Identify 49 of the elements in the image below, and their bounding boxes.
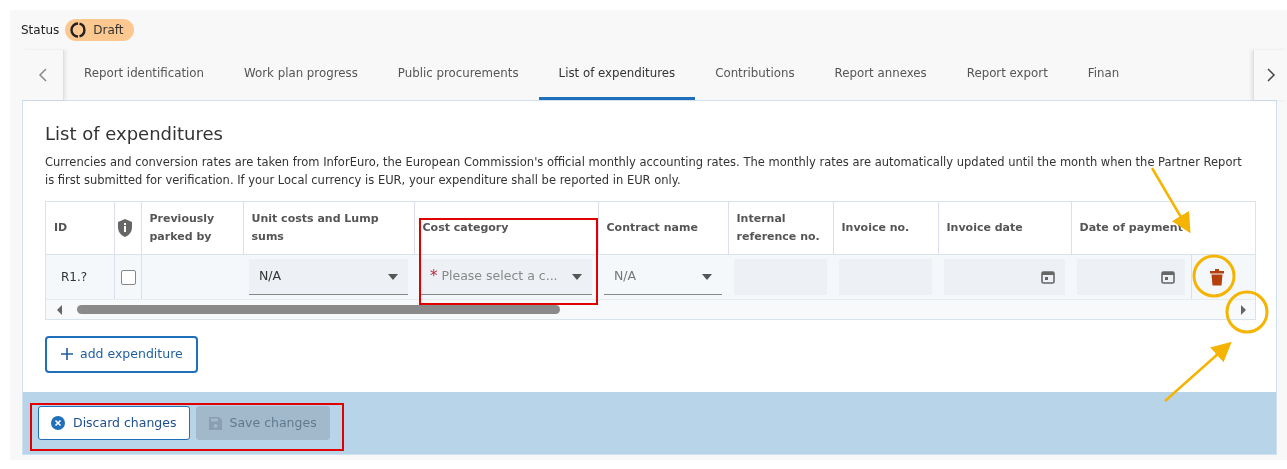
chevron-left-icon[interactable] — [37, 67, 48, 83]
annotation-arrow — [1164, 341, 1232, 402]
close-icon — [51, 416, 65, 430]
add-expenditure-button[interactable]: add expenditure — [45, 336, 198, 373]
column-header: Date of payment — [1079, 220, 1183, 234]
tab[interactable]: Report export — [946, 50, 1068, 100]
section-description: Currencies and conversion rates are taken from InforEuro, the European Commission's official monthly accounting rates. The monthly rates are automatically updated until the month when the Partner Report is first submitted for verification. If your Local currency is EUR, your expenditure shall be reported in EUR only. — [45, 153, 1243, 189]
tab[interactable]: Finan — [1067, 50, 1140, 100]
dropdown-caret-icon — [702, 273, 712, 280]
trash-icon[interactable] — [1209, 269, 1224, 287]
date-field[interactable] — [1077, 259, 1185, 296]
tab[interactable]: Report annexes — [814, 50, 947, 100]
tab[interactable]: Contributions — [695, 50, 815, 100]
plus-icon — [60, 347, 74, 362]
required-mark: * — [430, 266, 438, 288]
scroll-right-icon[interactable] — [1239, 304, 1247, 315]
discard-button[interactable]: Discard changes — [38, 405, 190, 441]
column-header: Cost category — [422, 220, 509, 234]
section-title: List of expenditures — [45, 123, 224, 145]
scroll-left-icon[interactable] — [56, 304, 64, 315]
horizontal-scrollbar[interactable] — [46, 299, 1255, 320]
row-id: R1.? — [61, 270, 88, 285]
shield-info-icon — [116, 218, 133, 237]
calendar-icon[interactable] — [1041, 269, 1055, 284]
column-header: Contract name — [606, 220, 698, 234]
tab[interactable]: Work plan progress — [224, 50, 378, 100]
progress-ring-icon — [69, 21, 88, 39]
highlight-circle — [1192, 254, 1236, 298]
date-field[interactable] — [944, 259, 1065, 296]
tab[interactable]: Report identification — [64, 50, 224, 100]
column-header: Unit costs and Lump sums — [251, 211, 379, 243]
tab[interactable]: Public procurements — [377, 50, 539, 100]
highlight-circle — [1225, 290, 1269, 334]
column-header: Invoice no. — [841, 220, 910, 234]
dropdown-caret-icon — [388, 273, 398, 280]
column-header: Invoice date — [946, 220, 1023, 234]
column-header: Previously parked by — [149, 211, 215, 243]
calendar-icon[interactable] — [1160, 269, 1175, 284]
scrollbar-thumb[interactable] — [77, 305, 560, 315]
select-field[interactable]: N/A — [249, 259, 408, 296]
status-badge: Draft — [65, 19, 134, 41]
select-field[interactable]: * Please select a c... — [420, 259, 592, 296]
save-icon — [208, 416, 222, 430]
status-label: Status — [21, 22, 60, 39]
column-header: ID — [54, 220, 68, 234]
dropdown-caret-icon — [572, 273, 582, 280]
column-header: Internal reference no. — [736, 211, 820, 243]
row-checkbox[interactable] — [120, 269, 136, 285]
chevron-right-icon[interactable] — [1265, 67, 1276, 83]
